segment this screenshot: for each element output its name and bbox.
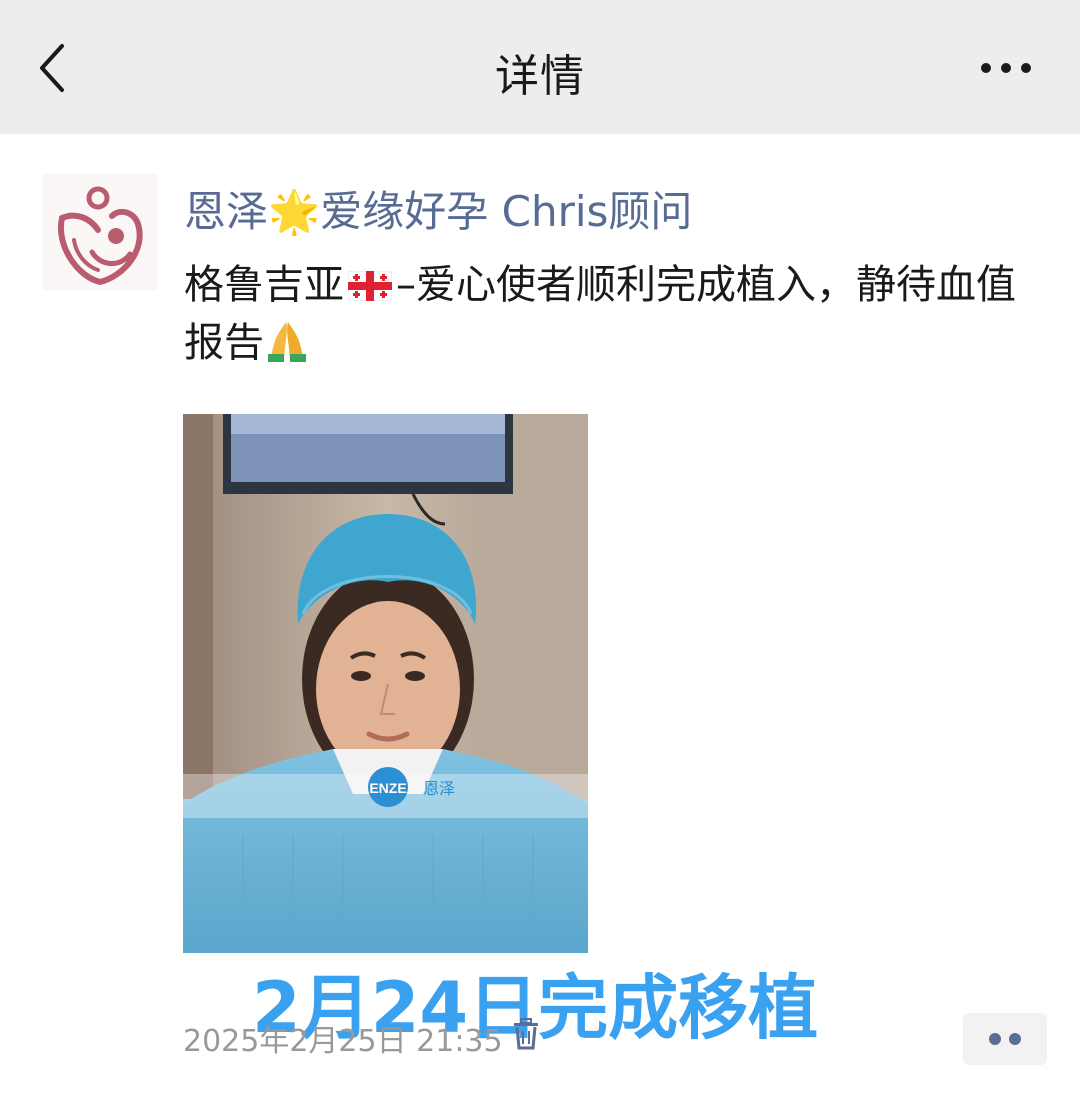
- svg-text:ENZE: ENZE: [369, 780, 406, 796]
- georgia-flag-icon: [347, 259, 393, 302]
- page-title: 详情: [495, 51, 585, 102]
- svg-text:恩泽: 恩泽: [423, 779, 455, 798]
- post-text: 格鲁吉亚 –爱心使者顺利完成植入，静待血值报告: [184, 256, 1044, 372]
- avatar[interactable]: [42, 174, 158, 290]
- top-navigation-bar: 详情: [0, 0, 1080, 134]
- comment-dot-left: [989, 1033, 1001, 1045]
- post-photo[interactable]: ENZE 恩泽: [183, 414, 588, 953]
- more-options-icon[interactable]: [978, 56, 1034, 80]
- post-detail: 恩泽🌟爱缘好孕 Chris顾问 格鲁吉亚–爱心使者顺利完成植入，静待血值报告: [0, 134, 1080, 1094]
- author-name[interactable]: 恩泽🌟爱缘好孕 Chris顾问: [184, 178, 692, 239]
- comment-dot-right: [1009, 1033, 1021, 1045]
- post-text-part1: 格鲁吉亚: [184, 262, 344, 308]
- trash-icon[interactable]: [512, 1018, 540, 1050]
- praying-hands-icon: [264, 318, 310, 362]
- comment-button[interactable]: [963, 1013, 1047, 1065]
- post-timestamp: 2025年2月25日 21:35: [183, 1024, 503, 1059]
